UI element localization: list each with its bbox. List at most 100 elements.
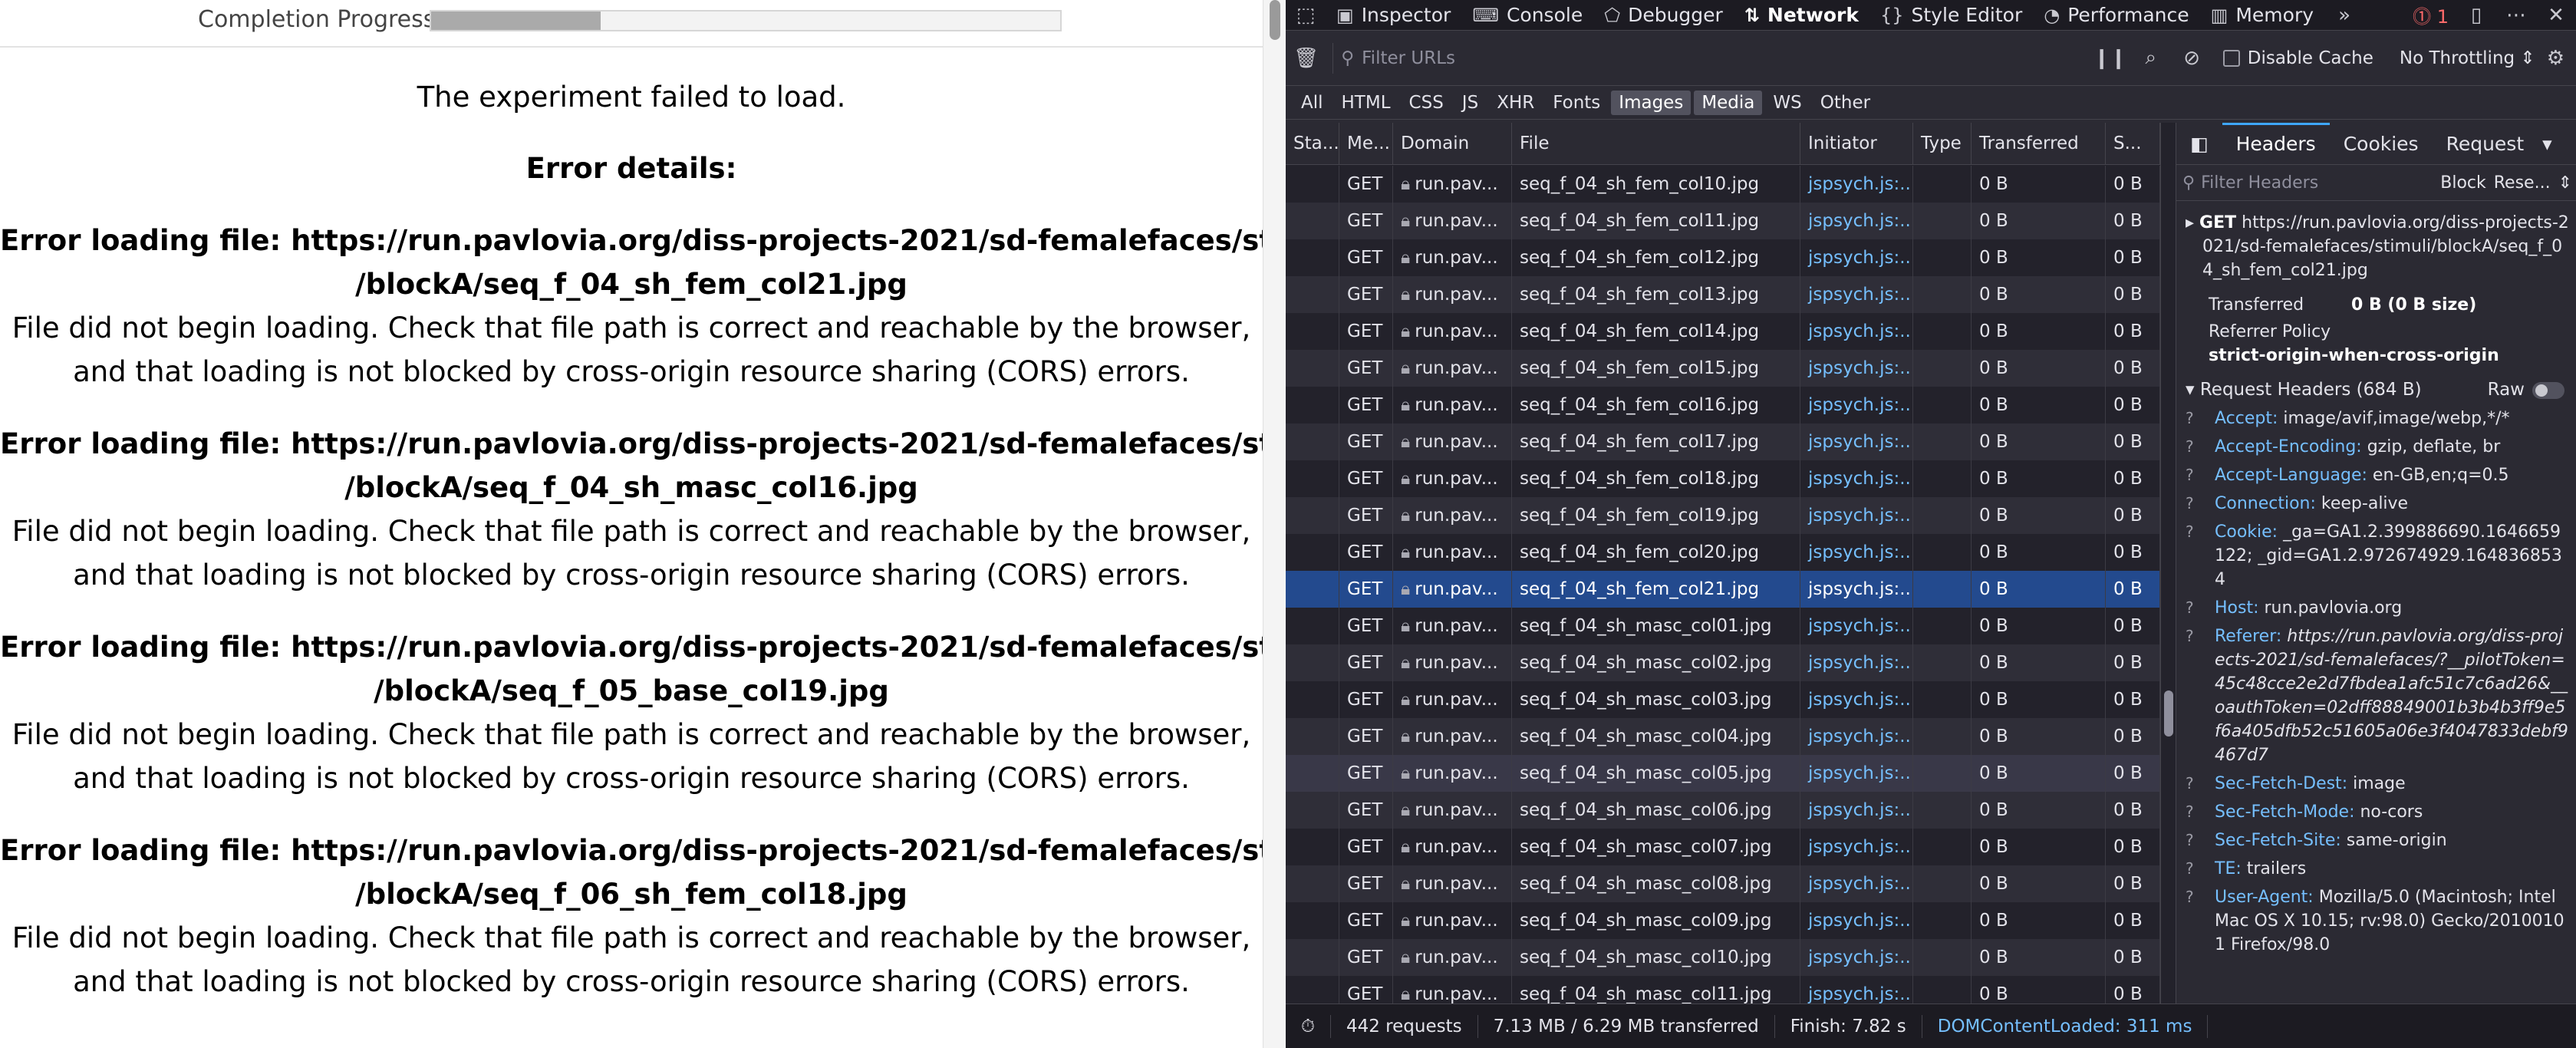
filter-headers-input[interactable]: Filter Headers (2201, 173, 2318, 193)
page-scrollbar[interactable] (1263, 0, 1286, 1048)
tab-memory[interactable]: ▥ Memory (2200, 0, 2324, 31)
table-row[interactable]: GET 🔒︎ run.pav... seq_f_04_sh_masc_col04.jp… (1286, 718, 2160, 755)
help-icon[interactable]: ? (2186, 435, 2215, 459)
table-row[interactable]: GET 🔒︎ run.pav... seq_f_04_sh_masc_col09.jp… (1286, 902, 2160, 939)
tab-cookies[interactable]: Cookies (2330, 123, 2433, 165)
element-picker-icon[interactable]: ⬚ (1286, 0, 1326, 31)
tab-inspector[interactable]: ▣ Inspector (1326, 0, 1461, 31)
throttling-select[interactable]: No Throttling ⇕ (2400, 48, 2535, 68)
column-header[interactable]: Me... (1339, 123, 1393, 165)
help-icon[interactable]: ? (2186, 800, 2215, 824)
tab-console[interactable]: ⌨ Console (1461, 0, 1593, 31)
clear-log-icon[interactable]: 🗑 (1286, 47, 1326, 70)
help-icon[interactable]: ? (2186, 885, 2215, 957)
header-row[interactable]: ? Referer: https://run.pavlovia.org/diss-… (2186, 625, 2576, 767)
raw-switch[interactable] (2532, 381, 2564, 399)
header-row[interactable]: ? Sec-Fetch-Dest: image (2186, 772, 2576, 796)
tab-request[interactable]: Request (2433, 123, 2538, 165)
dock-icon[interactable]: ▯ (2456, 0, 2496, 31)
toggle-panel-icon[interactable]: ◧ (2176, 123, 2222, 165)
type-filter-xhr[interactable]: XHR (1489, 91, 1542, 115)
header-row[interactable]: ? Cookie: _ga=GA1.2.399886690.1646659122;… (2186, 520, 2576, 592)
tab-network[interactable]: ⇅ Network (1734, 0, 1869, 31)
type-filter-other[interactable]: Other (1813, 91, 1878, 115)
table-row[interactable]: GET 🔒︎ run.pav... seq_f_04_sh_fem_col20.jpg… (1286, 534, 2160, 571)
header-row[interactable]: ? Sec-Fetch-Mode: no-cors (2186, 800, 2576, 824)
settings-gear-icon[interactable]: ⚙ (2535, 47, 2576, 70)
help-icon[interactable]: ? (2186, 829, 2215, 852)
tab-debugger[interactable]: ⬠ Debugger (1593, 0, 1734, 31)
table-row[interactable]: GET 🔒︎ run.pav... seq_f_04_sh_masc_col02.jp… (1286, 644, 2160, 681)
table-row[interactable]: GET 🔒︎ run.pav... seq_f_04_sh_fem_col19.jpg… (1286, 497, 2160, 534)
block-icon[interactable]: ⊘ (2171, 47, 2212, 70)
more-details-tabs-icon[interactable]: ▾ (2538, 123, 2557, 165)
header-row[interactable]: ? Host: run.pavlovia.org (2186, 596, 2576, 620)
table-row[interactable]: GET 🔒︎ run.pav... seq_f_04_sh_fem_col17.jpg… (1286, 423, 2160, 460)
table-row[interactable]: GET 🔒︎ run.pav... seq_f_04_sh_fem_col13.jpg… (1286, 276, 2160, 313)
type-filter-fonts[interactable]: Fonts (1545, 91, 1608, 115)
header-row[interactable]: ? Accept: image/avif,image/webp,*/* (2186, 407, 2576, 430)
tab-performance[interactable]: ◔ Performance (2033, 0, 2199, 31)
block-button[interactable]: Block (2440, 173, 2486, 193)
request-table-scrollbar-thumb[interactable] (2164, 690, 2173, 737)
help-icon[interactable]: ? (2186, 463, 2215, 487)
type-filter-images[interactable]: Images (1611, 90, 1692, 115)
page-scrollbar-thumb[interactable] (1270, 0, 1280, 40)
table-row[interactable]: GET 🔒︎ run.pav... seq_f_04_sh_masc_col11.jp… (1286, 976, 2160, 1004)
header-row[interactable]: ? User-Agent: Mozilla/5.0 (Macintosh; Int… (2186, 885, 2576, 957)
menu-dots-icon[interactable]: ⋯ (2496, 0, 2536, 31)
error-badge[interactable]: ⓵ 1 (2405, 2, 2456, 28)
resend-dropdown-icon[interactable]: ⇕ (2558, 173, 2572, 193)
table-row[interactable]: GET 🔒︎ run.pav... seq_f_04_sh_fem_col21.jpg… (1286, 571, 2160, 608)
more-tabs-icon[interactable]: » (2324, 0, 2364, 31)
table-row[interactable]: GET 🔒︎ run.pav... seq_f_04_sh_masc_col01.jp… (1286, 608, 2160, 644)
search-icon[interactable]: ⌕ (2130, 46, 2171, 70)
filter-urls-input[interactable]: ⚲ Filter URLs (1332, 42, 2090, 74)
help-icon[interactable]: ? (2186, 857, 2215, 881)
type-filter-html[interactable]: HTML (1334, 91, 1398, 115)
tab-style-editor[interactable]: {} Style Editor (1869, 0, 2033, 31)
type-filter-ws[interactable]: WS (1765, 91, 1809, 115)
type-filter-js[interactable]: JS (1454, 91, 1486, 115)
table-row[interactable]: GET 🔒︎ run.pav... seq_f_04_sh_fem_col14.jpg… (1286, 313, 2160, 350)
header-row[interactable]: ? Sec-Fetch-Site: same-origin (2186, 829, 2576, 852)
type-filter-all[interactable]: All (1293, 91, 1331, 115)
help-icon[interactable]: ? (2186, 772, 2215, 796)
header-row[interactable]: ? TE: trailers (2186, 857, 2576, 881)
help-icon[interactable]: ? (2186, 492, 2215, 516)
tab-headers[interactable]: Headers (2222, 123, 2330, 165)
raw-toggle[interactable]: Raw (2488, 378, 2564, 402)
table-row[interactable]: GET 🔒︎ run.pav... seq_f_04_sh_fem_col16.jpg… (1286, 387, 2160, 423)
header-row[interactable]: ? Connection: keep-alive (2186, 492, 2576, 516)
table-row[interactable]: GET 🔒︎ run.pav... seq_f_04_sh_masc_col03.jp… (1286, 681, 2160, 718)
table-row[interactable]: GET 🔒︎ run.pav... seq_f_04_sh_fem_col12.jpg… (1286, 239, 2160, 276)
pause-icon[interactable]: ❙❙ (2090, 47, 2130, 70)
header-row[interactable]: ? Accept-Encoding: gzip, deflate, br (2186, 435, 2576, 459)
request-table-scrollbar[interactable] (2160, 123, 2176, 1004)
column-header[interactable]: S... (2106, 123, 2160, 165)
help-icon[interactable]: ? (2186, 407, 2215, 430)
help-icon[interactable]: ? (2186, 596, 2215, 620)
table-row[interactable]: GET 🔒︎ run.pav... seq_f_04_sh_masc_col10.jp… (1286, 939, 2160, 976)
table-row[interactable]: GET 🔒︎ run.pav... seq_f_04_sh_masc_col08.jp… (1286, 865, 2160, 902)
type-filter-css[interactable]: CSS (1402, 91, 1451, 115)
disable-cache-checkbox[interactable]: Disable Cache (2222, 48, 2373, 68)
table-row[interactable]: GET 🔒︎ run.pav... seq_f_04_sh_fem_col18.jpg… (1286, 460, 2160, 497)
table-row[interactable]: GET 🔒︎ run.pav... seq_f_04_sh_masc_col05.jp… (1286, 755, 2160, 792)
column-header[interactable]: File (1512, 123, 1800, 165)
table-row[interactable]: GET 🔒︎ run.pav... seq_f_04_sh_fem_col10.jpg… (1286, 166, 2160, 203)
request-url-line[interactable]: ▸ GET https://run.pavlovia.org/diss-proj… (2186, 211, 2576, 282)
table-row[interactable]: GET 🔒︎ run.pav... seq_f_04_sh_fem_col11.jpg… (1286, 203, 2160, 239)
resend-button[interactable]: Rese... (2494, 173, 2551, 193)
table-row[interactable]: GET 🔒︎ run.pav... seq_f_04_sh_fem_col15.jpg… (1286, 350, 2160, 387)
column-header[interactable]: Transferred (1972, 123, 2106, 165)
column-header[interactable]: Domain (1393, 123, 1512, 165)
timer-icon[interactable]: ⏱ (1286, 1014, 1331, 1038)
column-header[interactable]: Initiator (1800, 123, 1913, 165)
request-headers-section[interactable]: ▾ Request Headers (684 B) Raw (2186, 378, 2576, 402)
type-filter-media[interactable]: Media (1694, 90, 1763, 115)
help-icon[interactable]: ? (2186, 625, 2215, 767)
header-row[interactable]: ? Accept-Language: en-GB,en;q=0.5 (2186, 463, 2576, 487)
table-row[interactable]: GET 🔒︎ run.pav... seq_f_04_sh_masc_col07.jp… (1286, 829, 2160, 865)
close-icon[interactable]: ✕ (2536, 0, 2576, 31)
